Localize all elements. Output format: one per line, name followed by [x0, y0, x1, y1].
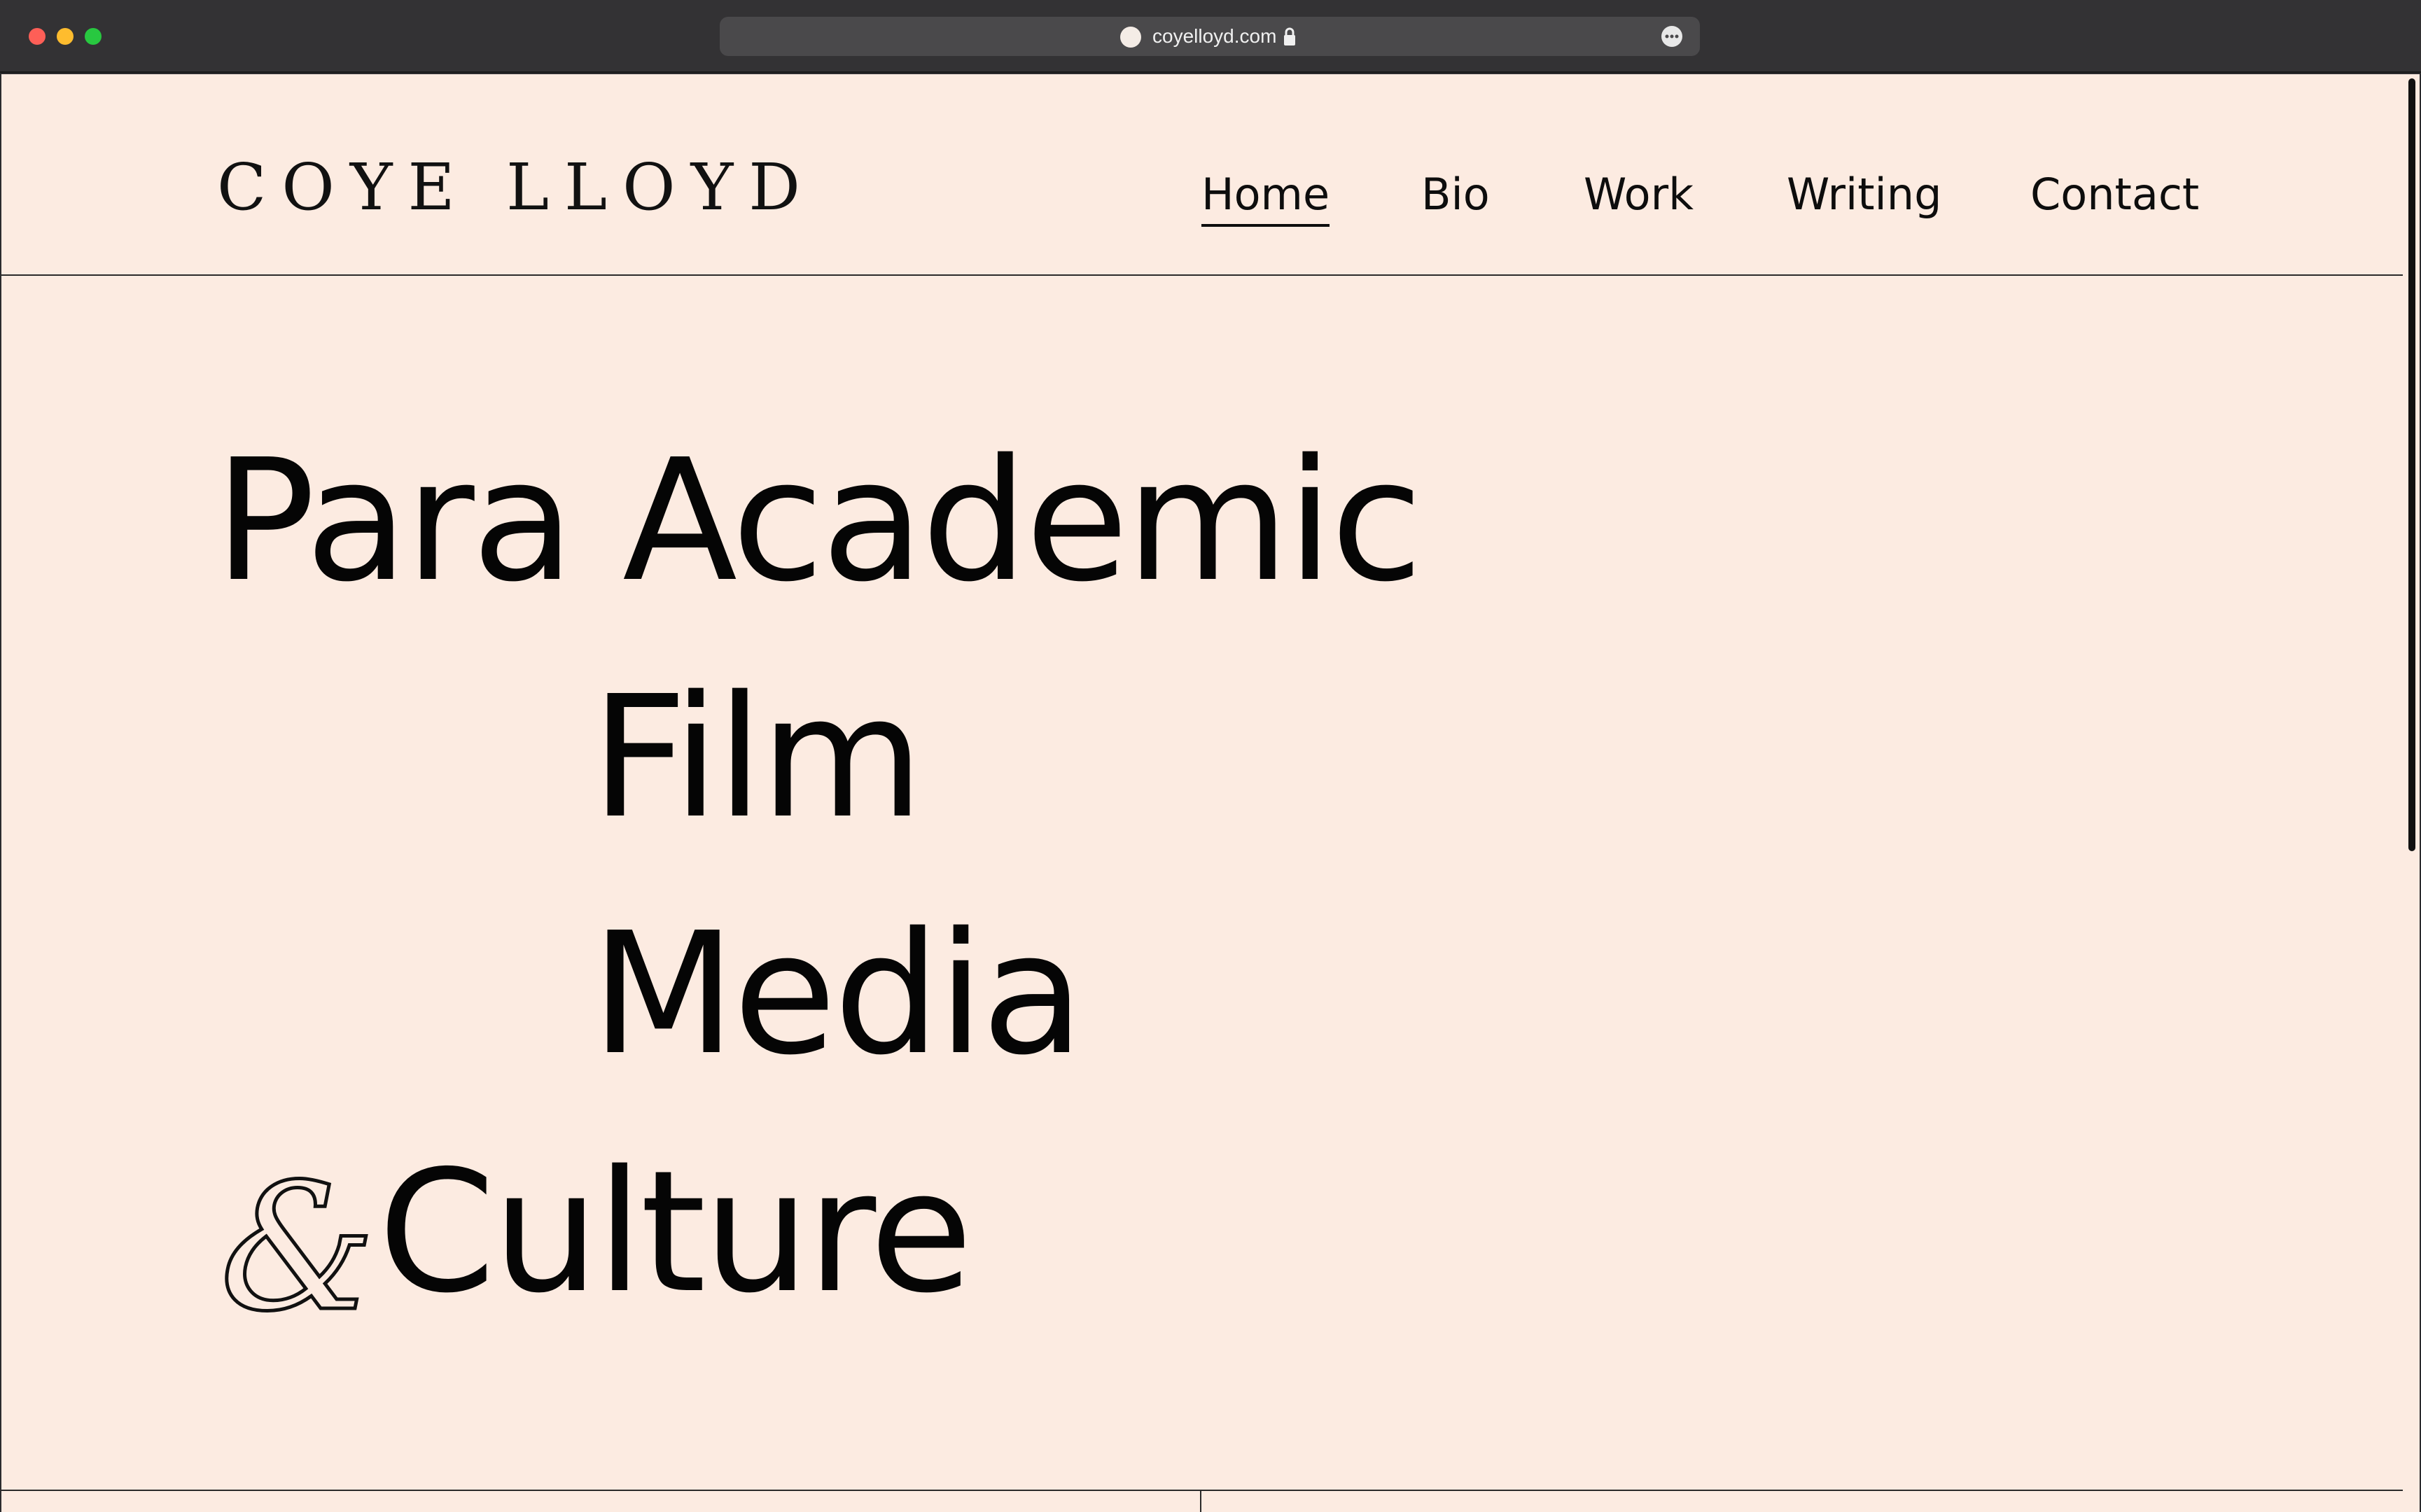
column-divider [1200, 1491, 1201, 1512]
nav-link-bio[interactable]: Bio [1421, 167, 1490, 223]
site-header: COYE LLOYD Home Bio Work Writing Contact [1, 74, 2403, 276]
nav-link-contact[interactable]: Contact [2030, 167, 2199, 223]
site-favicon-icon [1120, 27, 1141, 48]
address-bar[interactable]: coyelloyd.com [720, 17, 1700, 56]
scrollbar-thumb[interactable] [2408, 78, 2415, 851]
hero-line-culture: Culture [378, 1134, 973, 1330]
section-divider [1, 1490, 2403, 1491]
more-options-icon[interactable] [1661, 25, 1683, 48]
hero-ampersand: & [218, 1146, 378, 1350]
zoom-window-button[interactable] [85, 28, 102, 45]
page-scrollbar[interactable] [2406, 74, 2420, 1512]
hero-line-film: Film [591, 659, 924, 855]
nav-link-writing[interactable]: Writing [1787, 167, 1941, 223]
url-text: coyelloyd.com [1152, 25, 1277, 47]
nav-link-home[interactable]: Home [1201, 167, 1330, 227]
page-viewport: COYE LLOYD Home Bio Work Writing Contact… [1, 74, 2420, 1512]
close-window-button[interactable] [29, 28, 46, 45]
hero-line-media: Media [591, 896, 1084, 1092]
site-logo[interactable]: COYE LLOYD [217, 153, 816, 223]
nav-link-work[interactable]: Work [1584, 167, 1694, 223]
hero-line-para-academic: Para Academic [214, 423, 1423, 619]
browser-toolbar: coyelloyd.com [0, 0, 2421, 73]
lock-icon [1284, 27, 1295, 46]
minimize-window-button[interactable] [57, 28, 74, 45]
